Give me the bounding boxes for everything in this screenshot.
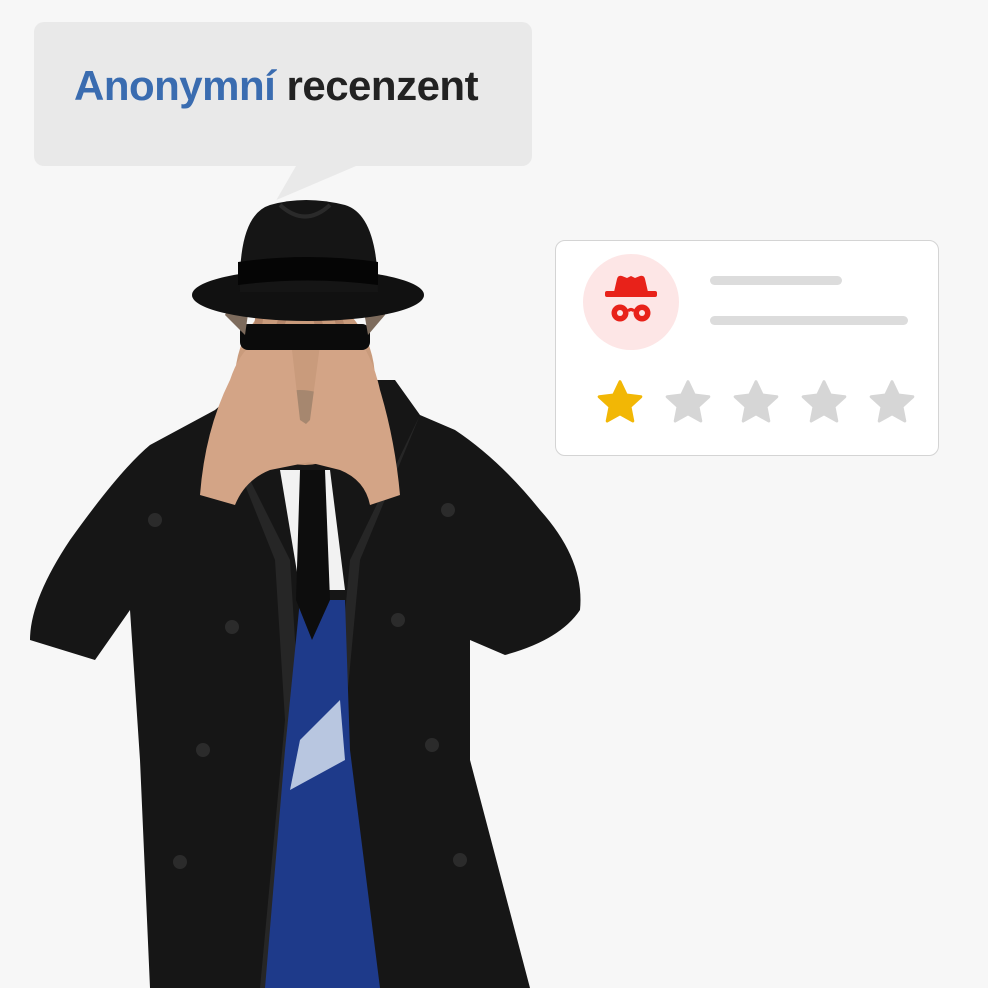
star-empty-icon: [869, 380, 915, 423]
ad-visual: Anonymní recenzent: [0, 0, 988, 988]
incognito-icon: [605, 275, 657, 322]
star-empty-icon: [801, 380, 847, 423]
star-empty-icon: [665, 380, 711, 423]
bubble-accent-word: Anonymní: [74, 62, 276, 109]
review-card: [555, 240, 939, 456]
star-filled-icon: [597, 380, 643, 423]
bubble-rest-word: recenzent: [286, 62, 479, 109]
speech-bubble: Anonymní recenzent: [34, 22, 532, 200]
review-text-placeholder-line: [710, 316, 908, 325]
review-text-placeholder-line: [710, 276, 842, 285]
bubble-title: Anonymní recenzent: [74, 62, 512, 110]
star-empty-icon: [733, 380, 779, 423]
reviewer-avatar: [583, 254, 679, 350]
